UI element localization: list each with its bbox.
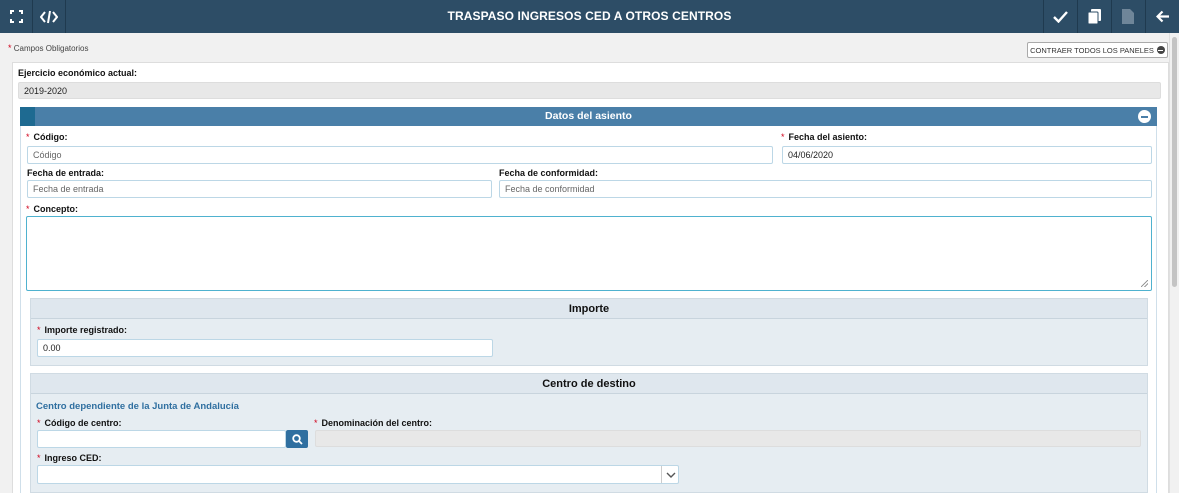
chevron-down-icon [666,472,675,478]
codigo-label: * Código: [26,132,68,142]
denominacion-field [315,430,1141,447]
search-icon [291,433,303,445]
fullscreen-button[interactable] [0,0,33,33]
required-marker: * [37,418,41,428]
document-disabled-icon [1122,9,1134,24]
vertical-scrollbar[interactable] [1169,33,1179,493]
required-marker: * [37,325,41,335]
required-marker: * [8,43,12,53]
fecha-conformidad-label: Fecha de conformidad: [499,168,599,178]
copy-button[interactable] [1077,0,1110,33]
required-marker: * [37,453,41,463]
back-button[interactable] [1145,0,1179,33]
centro-destino-title: Centro de destino [31,374,1147,394]
collapse-all-panels-button[interactable]: CONTRAER TODOS LOS PANELES [1027,42,1168,58]
resize-handle[interactable] [1141,280,1148,287]
fecha-asiento-input[interactable]: 04/06/2020 [782,146,1152,164]
minus-circle-icon [1156,46,1165,54]
search-centro-button[interactable] [286,430,308,448]
back-arrow-icon [1155,10,1169,23]
fullscreen-icon [9,10,23,23]
importe-title: Importe [31,299,1147,319]
concepto-label: * Concepto: [26,204,79,214]
datos-asiento-title: Datos del asiento [545,110,632,122]
code-button[interactable] [33,0,66,33]
concepto-textarea[interactable] [26,216,1152,291]
copy-icon [1087,9,1101,24]
fecha-conformidad-input[interactable]: Fecha de conformidad [499,180,1152,198]
document-button[interactable] [1111,0,1144,33]
required-fields-note: * Campos Obligatorios [8,43,88,53]
importe-registrado-label: * Importe registrado: [37,325,128,335]
denominacion-label: * Denominación del centro: [314,418,433,428]
dropdown-toggle[interactable] [661,466,679,483]
required-marker: * [26,204,30,214]
codigo-centro-input[interactable] [37,430,286,448]
scroll-thumb[interactable] [1172,37,1177,287]
required-marker: * [781,132,785,142]
codigo-centro-label: * Código de centro: [37,418,122,428]
confirm-button[interactable] [1043,0,1076,33]
codigo-input[interactable]: Código [27,146,773,164]
ingreso-ced-select[interactable] [37,465,679,484]
required-marker: * [26,132,30,142]
fecha-asiento-label: * Fecha del asiento: [781,132,868,142]
fecha-entrada-input[interactable]: Fecha de entrada [27,180,492,198]
collapse-all-label: CONTRAER TODOS LOS PANELES [1030,45,1154,55]
centro-subtitle: Centro dependiente de la Junta de Andalu… [36,401,239,412]
importe-registrado-input[interactable]: 0.00 [37,339,493,357]
ingreso-ced-label: * Ingreso CED: [37,453,102,463]
panel-accent [20,107,35,126]
required-marker: * [314,418,318,428]
top-bar: TRASPASO INGRESOS CED A OTROS CENTROS [0,0,1179,33]
page-title: TRASPASO INGRESOS CED A OTROS CENTROS [447,9,732,23]
fecha-entrada-label: Fecha de entrada: [27,168,105,178]
ejercicio-label: Ejercicio económico actual: [18,68,138,78]
check-icon [1052,10,1068,23]
datos-asiento-panel-header[interactable]: Datos del asiento [20,107,1157,126]
ejercicio-field: 2019-2020 [18,82,1161,99]
required-note-label: Campos Obligatorios [13,44,89,53]
code-icon [40,10,58,23]
collapse-panel-icon[interactable] [1138,110,1151,123]
